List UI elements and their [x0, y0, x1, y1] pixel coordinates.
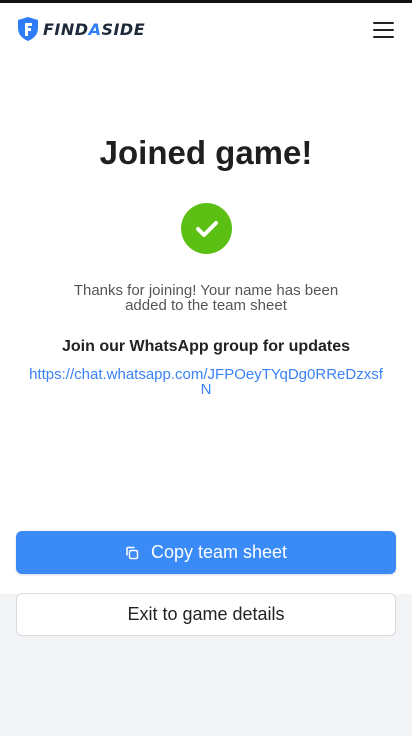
whatsapp-link[interactable]: https://chat.whatsapp.com/JFPOeyTYqDg0RR… — [24, 367, 388, 397]
app-header: FINDASIDE — [0, 3, 412, 55]
logo-wordmark: FINDASIDE — [43, 19, 146, 39]
exit-button-label: Exit to game details — [127, 604, 285, 624]
thanks-message: Thanks for joining! Your name has been a… — [73, 282, 339, 314]
copy-icon — [125, 546, 139, 560]
copy-team-sheet-button[interactable]: Copy team sheet — [16, 531, 396, 574]
shield-logo-icon — [17, 16, 39, 42]
copy-button-label: Copy team sheet — [150, 542, 288, 562]
findaside-logo[interactable]: FINDASIDE — [17, 16, 145, 42]
check-circle-icon — [181, 203, 232, 254]
whatsapp-heading: Join our WhatsApp group for updates — [62, 338, 350, 355]
exit-to-game-details-button[interactable]: Exit to game details — [16, 593, 396, 636]
hamburger-menu-icon[interactable] — [373, 22, 394, 38]
page-title: Joined game! — [99, 134, 313, 171]
